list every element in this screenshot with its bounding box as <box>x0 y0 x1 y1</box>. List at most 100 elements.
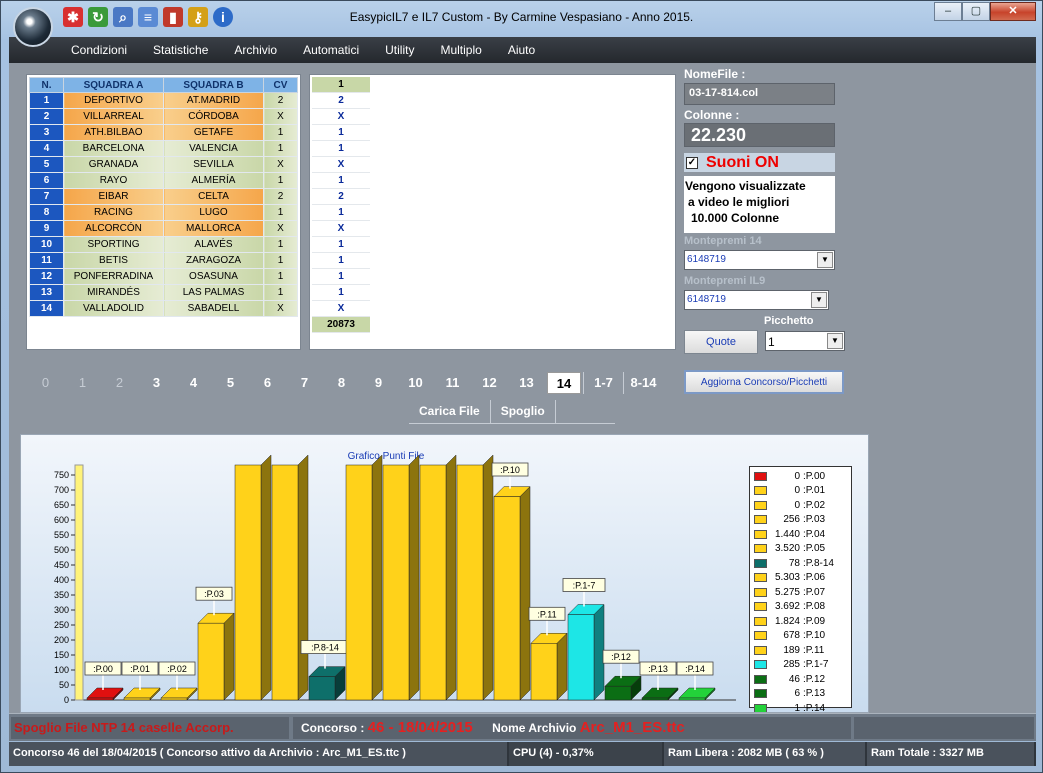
table-row[interactable]: 7 EIBAR CELTA 2 <box>29 188 298 205</box>
table-row[interactable]: 12 PONFERRADINA OSASUNA 1 <box>29 268 298 285</box>
tab-carica-file[interactable]: Carica File <box>409 400 491 423</box>
bar-top <box>160 687 198 699</box>
check-icon[interactable]: ✓ <box>686 156 698 169</box>
y-axis-wall <box>74 464 84 701</box>
legend-value: 78 <box>788 557 800 569</box>
tab-number-3[interactable]: 3 <box>138 372 175 394</box>
bar-side <box>593 603 605 701</box>
nomefile-label: NomeFile : <box>684 67 746 81</box>
picchetto-value: 1 <box>768 335 775 349</box>
tab-number-8[interactable]: 8 <box>323 372 360 394</box>
legend-label: :P.07 <box>803 586 826 598</box>
table-row[interactable]: 8 RACING LUGO 1 <box>29 204 298 221</box>
tab-spoglio[interactable]: Spoglio <box>491 400 556 423</box>
tab-number-10[interactable]: 10 <box>397 372 434 394</box>
y-tick-label: 250 <box>54 620 69 630</box>
table-row[interactable]: 11 BETIS ZARAGOZA 1 <box>29 252 298 269</box>
tab-number-14[interactable]: 14 <box>547 372 581 394</box>
legend-label: :P.04 <box>803 528 826 540</box>
squadra-b: GETAFE <box>163 124 264 141</box>
squadra-a: ALCORCÓN <box>63 220 164 237</box>
table-row[interactable]: 6 RAYO ALMERÍA 1 <box>29 172 298 189</box>
menu-automatici[interactable]: Automatici <box>303 43 359 57</box>
quote-button[interactable]: Quote <box>684 330 758 354</box>
table-row[interactable]: 2 VILLARREAL CÓRDOBA X <box>29 108 298 125</box>
tab-number-8-14[interactable]: 8-14 <box>623 372 663 394</box>
header-cv[interactable]: CV <box>263 77 298 93</box>
table-row[interactable]: 10 SPORTING ALAVÉS 1 <box>29 236 298 253</box>
chart-bar <box>419 464 447 701</box>
squadra-a: VALLADOLID <box>63 300 164 317</box>
colonna-value: 1 <box>312 237 370 253</box>
chart-panel: Grafico Punti File 0 50 100 150 200 250 300 350 4… <box>20 434 869 713</box>
tab-number-1[interactable]: 1 <box>64 372 101 394</box>
squadra-b: AT.MADRID <box>163 92 264 109</box>
montepremiil9-combo[interactable]: 6148719 ▼ <box>684 290 829 310</box>
menu-multiplo[interactable]: Multiplo <box>440 43 481 57</box>
legend-label: :P.06 <box>803 572 826 584</box>
status-ram-libera: Ram Libera : 2082 MB ( 63 % ) <box>664 742 867 766</box>
tab-number-6[interactable]: 6 <box>249 372 286 394</box>
maximize-button[interactable]: ▢ <box>962 2 990 21</box>
tab-number-11[interactable]: 11 <box>434 372 471 394</box>
tab-number-0[interactable]: 0 <box>27 372 64 394</box>
row-number: 3 <box>29 124 64 141</box>
table-row[interactable]: 4 BARCELONA VALENCIA 1 <box>29 140 298 157</box>
tab-number-1-7[interactable]: 1-7 <box>583 372 623 394</box>
colonna-value: 1 <box>312 253 370 269</box>
menu-utility[interactable]: Utility <box>385 43 414 57</box>
chevron-down-icon[interactable]: ▼ <box>827 333 843 349</box>
chevron-down-icon[interactable]: ▼ <box>817 252 833 268</box>
suoni-checkbox[interactable]: ✓ Suoni ON <box>684 153 835 172</box>
y-tick-label: 700 <box>54 485 69 495</box>
aggiorna-button[interactable]: Aggiorna Concorso/Picchetti <box>684 370 844 394</box>
table-row[interactable]: 5 GRANADA SEVILLA X <box>29 156 298 173</box>
row-number: 11 <box>29 252 64 269</box>
row-number: 8 <box>29 204 64 221</box>
tab-number-2[interactable]: 2 <box>101 372 138 394</box>
table-row[interactable]: 13 MIRANDÉS LAS PALMAS 1 <box>29 284 298 301</box>
legend-label: :P.01 <box>803 485 826 497</box>
legend-value: 678 <box>783 630 800 642</box>
chart-legend: 0:P.00 0:P.01 0:P.02 256:P.03 1.440:P.04 3.52… <box>749 466 852 712</box>
picchetto-combo[interactable]: 1 ▼ <box>765 331 845 351</box>
montepremi14-combo[interactable]: 6148719 ▼ <box>684 250 835 270</box>
legend-swatch <box>754 573 767 583</box>
tab-number-4[interactable]: 4 <box>175 372 212 394</box>
tab-number-9[interactable]: 9 <box>360 372 397 394</box>
squadra-b: CÓRDOBA <box>163 108 264 125</box>
menu-archivio[interactable]: Archivio <box>234 43 277 57</box>
legend-swatch <box>754 674 767 684</box>
cv: 2 <box>263 92 298 109</box>
menu-aiuto[interactable]: Aiuto <box>508 43 535 57</box>
row-number: 4 <box>29 140 64 157</box>
table-row[interactable]: 3 ATH.BILBAO GETAFE 1 <box>29 124 298 141</box>
legend-entry: 678:P.10 <box>754 629 847 644</box>
table-row[interactable]: 14 VALLADOLID SABADELL X <box>29 300 298 317</box>
status-concorso-attivo: Concorso 46 del 18/04/2015 ( Concorso at… <box>9 742 509 766</box>
legend-value: 285 <box>783 659 800 671</box>
squadra-b: SEVILLA <box>163 156 264 173</box>
tab-number-7[interactable]: 7 <box>286 372 323 394</box>
tab-number-5[interactable]: 5 <box>212 372 249 394</box>
table-row[interactable]: 9 ALCORCÓN MALLORCA X <box>29 220 298 237</box>
chevron-down-icon[interactable]: ▼ <box>811 292 827 308</box>
legend-label: :P.05 <box>803 543 826 555</box>
header-n[interactable]: N. <box>29 77 64 93</box>
tab-number-13[interactable]: 13 <box>508 372 545 394</box>
minimize-button[interactable]: – <box>934 2 962 21</box>
menu-statistiche[interactable]: Statistiche <box>153 43 208 57</box>
legend-entry: 3.520:P.05 <box>754 542 847 557</box>
tab-number-12[interactable]: 12 <box>471 372 508 394</box>
colonna-value: 1 <box>312 173 370 189</box>
table-row[interactable]: 1 DEPORTIVO AT.MADRID 2 <box>29 92 298 109</box>
header-squadra-a[interactable]: SQUADRA A <box>63 77 164 93</box>
legend-value: 1.824 <box>774 615 800 627</box>
menu-condizioni[interactable]: Condizioni <box>71 43 127 57</box>
y-tick-label: 150 <box>54 650 69 660</box>
legend-value: 5.303 <box>774 572 800 584</box>
header-squadra-b[interactable]: SQUADRA B <box>163 77 264 93</box>
close-button[interactable]: ✕ <box>990 2 1036 21</box>
legend-value: 3.520 <box>774 543 800 555</box>
app-orb-icon[interactable] <box>13 7 53 47</box>
